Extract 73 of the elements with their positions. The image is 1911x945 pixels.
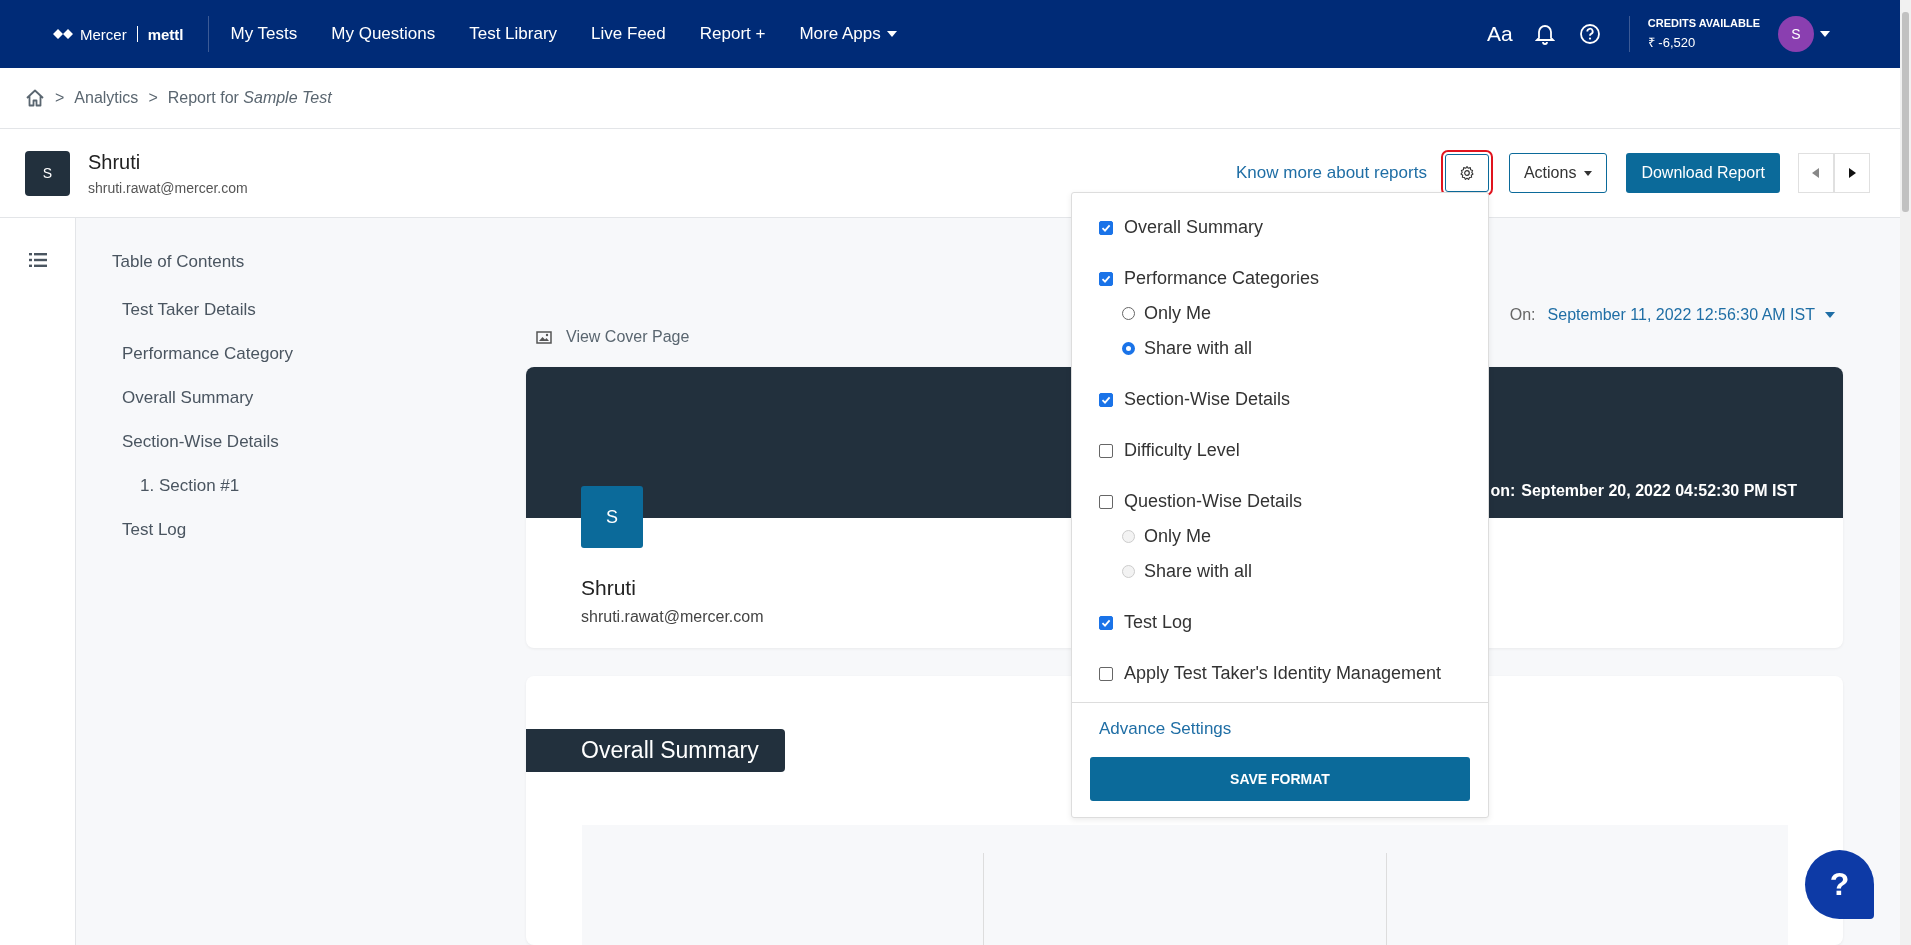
checkbox-label: Apply Test Taker's Identity Management [1124,663,1441,684]
attempt-label: On: [1509,306,1536,324]
radio-button[interactable] [1122,342,1135,355]
actions-dropdown-button[interactable]: Actions [1508,153,1608,193]
checkbox[interactable] [1099,392,1113,407]
nav-link[interactable]: More Apps [799,24,897,44]
toc-link[interactable]: Section-Wise Details [122,432,279,452]
checkbox[interactable] [1099,494,1113,509]
scrollbar[interactable] [1900,0,1911,945]
breadcrumb-link[interactable]: Analytics [74,89,139,107]
radio-label: Share with all [1144,561,1253,582]
toc-link[interactable]: Test Taker Details [122,300,256,320]
attempt-date-dropdown[interactable]: September 11, 2022 12:56:30 AM IST [1547,306,1835,324]
breadcrumb-separator: > [55,89,65,107]
checkbox[interactable] [1099,220,1113,235]
checkbox-label: Overall Summary [1124,217,1264,238]
logo-icon [52,28,74,40]
credits-value: ₹ -6,520 [1647,34,1697,51]
next-button[interactable] [1834,153,1870,193]
bell-icon[interactable] [1534,23,1555,45]
checkbox-label: Question-Wise Details [1124,491,1303,512]
checkbox[interactable] [1099,443,1113,458]
toc-link[interactable]: Overall Summary [122,388,254,408]
report-date: September 20, 2022 04:52:30 PM IST [1521,482,1797,500]
candidate-avatar: S [25,150,70,196]
candidate-name: Shruti [88,150,142,174]
settings-icon [1458,165,1475,181]
download-report-button[interactable]: Download Report [1626,153,1780,193]
user-avatar[interactable]: S [1778,16,1814,52]
toc-link[interactable]: Test Log [122,520,187,540]
view-cover-page-link[interactable]: View Cover Page [536,328,690,346]
checkbox-label: Section-Wise Details [1124,389,1291,410]
credits-label: CREDITS AVAILABLE [1647,17,1760,29]
list-icon[interactable] [28,253,47,267]
breadcrumb-separator: > [148,89,158,107]
nav-link[interactable]: My Questions [331,24,436,44]
checkbox[interactable] [1099,615,1113,630]
toc-link[interactable]: Performance Category [122,344,294,364]
radio-label: Only Me [1144,303,1212,324]
candidate-email: shruti.rawat@mercer.com [88,179,248,196]
checkbox-label: Test Log [1124,612,1193,633]
save-format-button[interactable]: SAVE FORMAT [1090,757,1470,801]
logo-product-text: mettl [147,25,184,43]
logo-brand-text: Mercer [80,25,127,43]
nav-link[interactable]: My Tests [230,24,298,44]
candidate-avatar: S [581,486,643,548]
radio-label: Only Me [1144,526,1212,547]
right-triangle-icon [1848,168,1856,178]
image-icon [536,330,552,344]
home-icon[interactable] [25,88,45,108]
left-triangle-icon [1812,168,1820,178]
toc-link[interactable]: 1. Section #1 [140,476,240,496]
radio-label: Share with all [1144,338,1253,359]
radio-button[interactable] [1122,307,1135,320]
advance-settings-link[interactable]: Advance Settings [1099,719,1470,739]
section-heading: Overall Summary [526,729,785,772]
nav-link[interactable]: Live Feed [591,24,666,44]
checkbox[interactable] [1099,666,1113,681]
nav-link[interactable]: Test Library [469,24,558,44]
help-icon[interactable] [1578,23,1601,45]
checkbox-label: Performance Categories [1124,268,1320,289]
toc-title: Table of Contents [112,252,245,272]
font-size-button[interactable]: Aa [1487,22,1513,46]
nav-link[interactable]: Report + [699,24,766,44]
report-date-label: on: [1490,482,1516,500]
breadcrumb-link[interactable]: Report for Sample Test [167,89,332,107]
logo[interactable]: Mercer mettl [52,25,184,43]
checkbox-label: Difficulty Level [1124,440,1240,461]
checkbox[interactable] [1099,271,1113,286]
reports-info-link[interactable]: Know more about reports [1236,163,1427,183]
candidate-name: Shruti [581,576,636,600]
candidate-email: shruti.rawat@mercer.com [581,608,764,626]
caret-icon[interactable] [1820,31,1830,37]
